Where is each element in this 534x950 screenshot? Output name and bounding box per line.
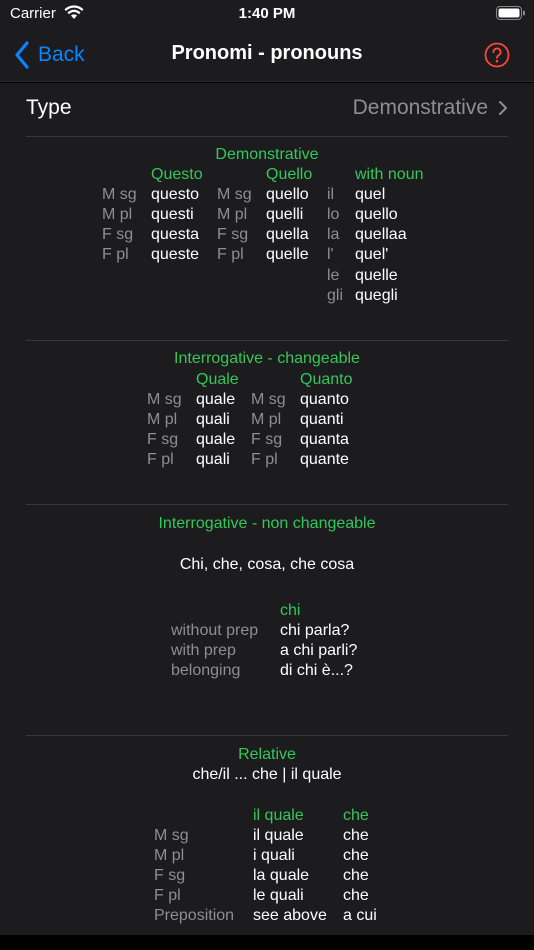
table-cell: di chi è...? (280, 662, 353, 679)
gender-label: F pl (102, 246, 129, 263)
article-label: lo (327, 206, 340, 223)
table-cell: quanti (300, 411, 344, 428)
gender-label: M pl (217, 206, 248, 223)
table-cell: questi (151, 206, 194, 223)
help-icon[interactable] (484, 42, 510, 68)
gender-label: F pl (147, 451, 174, 468)
battery-icon (496, 6, 525, 20)
article-label: il (327, 186, 335, 203)
column-header: Quanto (300, 371, 353, 388)
section-title: Relative (238, 746, 296, 763)
divider (26, 340, 508, 341)
table-cell: see above (253, 907, 327, 924)
table-cell: che (343, 867, 369, 884)
table-cell: chi parla? (280, 622, 350, 639)
article-label: l' (327, 246, 334, 263)
status-time: 1:40 PM (238, 5, 296, 22)
gender-label: F pl (251, 451, 278, 468)
type-label: Type (26, 96, 72, 119)
gender-label: M sg (147, 391, 182, 408)
article-label: le (327, 267, 340, 284)
table-cell: quellaa (355, 226, 407, 243)
column-header: che (343, 807, 369, 824)
table-cell: quegli (355, 287, 398, 304)
divider (26, 136, 508, 137)
table-cell: quanto (300, 391, 349, 408)
status-bar: Carrier 1:40 PM (0, 0, 534, 30)
row-label: M sg (154, 827, 189, 844)
gender-label: M sg (102, 186, 137, 203)
section-title: Interrogative - non changeable (158, 515, 376, 532)
table-cell: questa (151, 226, 200, 243)
gender-label: M pl (102, 206, 133, 223)
table-cell: quella (266, 226, 309, 243)
gender-label: F sg (147, 431, 179, 448)
table-cell: questo (151, 186, 200, 203)
table-cell: quali (196, 411, 230, 428)
article-label: la (327, 226, 340, 243)
table-cell: i quali (253, 847, 295, 864)
table-cell: quante (300, 451, 349, 468)
gender-label: F pl (217, 246, 244, 263)
column-header: Quello (266, 166, 313, 183)
table-cell: che (343, 827, 369, 844)
gender-label: M pl (251, 411, 282, 428)
page-title: Pronomi - pronouns (171, 42, 363, 64)
table-cell: quello (355, 206, 398, 223)
forms-text: Chi, che, cosa, che cosa (179, 556, 355, 573)
section-title: Demonstrative (215, 146, 319, 163)
table-cell: il quale (253, 827, 304, 844)
table-cell: le quali (253, 887, 304, 904)
table-cell: la quale (253, 867, 310, 884)
row-label: M pl (154, 847, 185, 864)
row-label: with prep (171, 642, 236, 659)
gender-label: M pl (147, 411, 178, 428)
bottom-safe-area (0, 935, 534, 950)
article-label: gli (327, 287, 344, 304)
navigation-bar: Back Pronomi - pronouns (0, 30, 534, 82)
divider (26, 735, 508, 736)
table-cell: che (343, 847, 369, 864)
table-cell: quanta (300, 431, 349, 448)
chevron-right-icon (499, 101, 507, 115)
column-header: il quale (253, 807, 304, 824)
type-selector-row[interactable]: Type Demonstrative (0, 83, 534, 136)
type-value: Demonstrative (352, 96, 488, 119)
table-cell: quel (355, 186, 386, 203)
row-label: F pl (154, 887, 181, 904)
divider (26, 504, 508, 505)
table-cell: che (343, 887, 369, 904)
table-cell: a chi parli? (280, 642, 358, 659)
row-label: F sg (154, 867, 186, 884)
row-label: belonging (171, 662, 241, 679)
table-cell: queste (151, 246, 200, 263)
column-header: Quale (196, 371, 239, 388)
content-area: Type Demonstrative Demonstrative Questo … (0, 83, 534, 935)
table-cell: quelle (355, 267, 398, 284)
table-cell: quali (196, 451, 230, 468)
row-label: Preposition (154, 907, 235, 924)
table-cell: quale (196, 431, 236, 448)
section-title: Interrogative - changeable (174, 350, 360, 367)
gender-label: M sg (251, 391, 286, 408)
table-cell: quale (196, 391, 236, 408)
row-label: without prep (171, 622, 259, 639)
table-cell: quello (266, 186, 309, 203)
column-header: Questo (151, 166, 203, 183)
gender-label: F sg (251, 431, 283, 448)
table-cell: quel' (355, 246, 389, 263)
forms-text: che/il ... che | il quale (192, 766, 342, 783)
table-cell: quelli (266, 206, 304, 223)
gender-label: M sg (217, 186, 252, 203)
gender-label: F sg (217, 226, 249, 243)
column-header: chi (280, 602, 301, 619)
gender-label: F sg (102, 226, 134, 243)
table-cell: quelle (266, 246, 309, 263)
table-cell: a cui (343, 907, 377, 924)
column-header: with noun (355, 166, 424, 183)
